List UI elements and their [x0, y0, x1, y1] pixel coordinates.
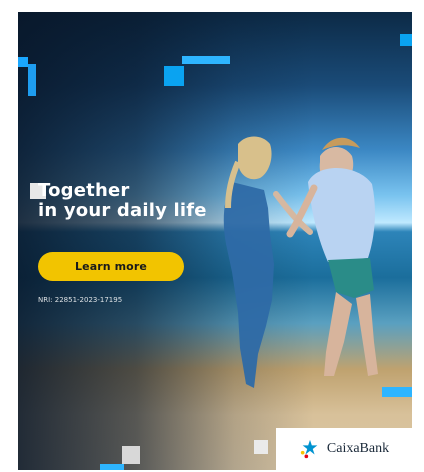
caixabank-logo[interactable]: CaixaBank: [276, 428, 412, 470]
beach-photo: [18, 12, 412, 470]
caixabank-star-icon: [300, 439, 318, 459]
learn-more-button[interactable]: Learn more: [38, 252, 184, 281]
decorative-square: [254, 440, 268, 454]
decorative-square: [28, 64, 36, 96]
headline-line-1: Together: [38, 180, 130, 201]
decorative-square: [400, 34, 412, 46]
nri-disclaimer: NRI: 22851-2023-17195: [38, 296, 123, 304]
ad-banner[interactable]: Together in your daily life Learn more N…: [18, 12, 412, 470]
decorative-square: [100, 464, 124, 470]
decorative-square: [18, 57, 28, 67]
caixabank-wordmark: CaixaBank: [326, 441, 390, 456]
decorative-square: [122, 446, 140, 464]
decorative-square: [382, 387, 412, 397]
headline: Together in your daily life: [38, 181, 207, 221]
decorative-square: [164, 66, 184, 86]
headline-line-2: in your daily life: [38, 200, 207, 221]
decorative-square: [182, 56, 230, 64]
